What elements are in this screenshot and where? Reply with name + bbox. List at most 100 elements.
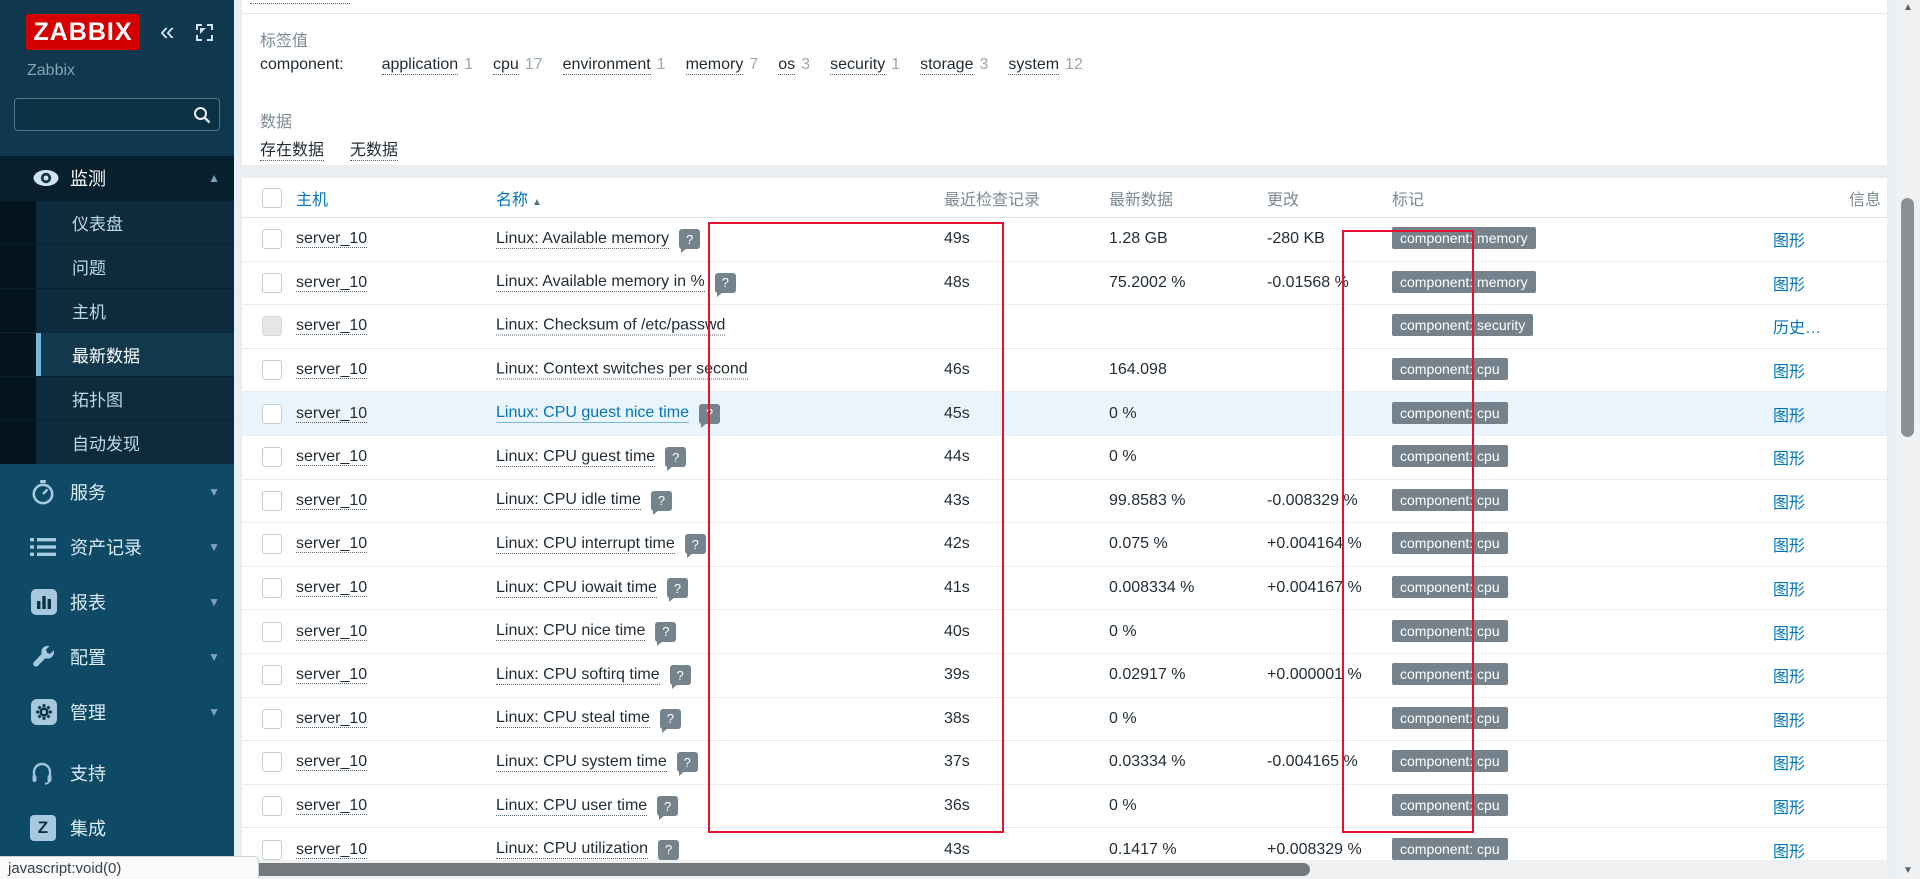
tag-filter-link[interactable]: cpu xyxy=(493,56,519,75)
host-link[interactable]: server_10 xyxy=(296,797,367,815)
row-checkbox[interactable] xyxy=(262,534,282,554)
host-link[interactable]: server_10 xyxy=(296,535,367,553)
host-link[interactable]: server_10 xyxy=(296,666,367,684)
sidebar-expand-icon[interactable] xyxy=(196,24,213,41)
item-name-link[interactable]: Linux: CPU guest nice time xyxy=(496,404,689,423)
row-checkbox[interactable] xyxy=(262,622,282,642)
item-name-link[interactable]: Linux: Available memory xyxy=(496,230,669,249)
tag-badge[interactable]: component: cpu xyxy=(1392,445,1508,467)
host-link[interactable]: server_10 xyxy=(296,841,367,859)
info-link[interactable]: 图形 xyxy=(1773,756,1805,773)
sidebar-subitem-问题[interactable]: 问题 xyxy=(0,244,234,288)
help-icon[interactable]: ? xyxy=(699,404,720,424)
item-name-link[interactable]: Linux: CPU utilization xyxy=(496,840,648,859)
tag-badge[interactable]: component: cpu xyxy=(1392,532,1508,554)
help-icon[interactable]: ? xyxy=(679,229,700,249)
info-link[interactable]: 图形 xyxy=(1773,277,1805,294)
item-name-link[interactable]: Linux: CPU idle time xyxy=(496,491,641,510)
vertical-scrollbar-thumb[interactable] xyxy=(1901,198,1914,437)
tag-badge[interactable]: component: cpu xyxy=(1392,794,1508,816)
row-checkbox[interactable] xyxy=(262,360,282,380)
tag-filter-link[interactable]: os xyxy=(778,56,795,75)
host-link[interactable]: server_10 xyxy=(296,317,367,335)
host-link[interactable]: server_10 xyxy=(296,492,367,510)
row-checkbox[interactable] xyxy=(262,709,282,729)
item-name-link[interactable]: Linux: CPU guest time xyxy=(496,448,655,467)
host-link[interactable]: server_10 xyxy=(296,623,367,641)
row-checkbox[interactable] xyxy=(262,840,282,860)
data-filter-option-无数据[interactable]: 无数据 xyxy=(350,136,398,161)
info-link[interactable]: 历史… xyxy=(1773,320,1821,337)
row-checkbox[interactable] xyxy=(262,273,282,293)
tag-badge[interactable]: component: cpu xyxy=(1392,576,1508,598)
host-link[interactable]: server_10 xyxy=(296,274,367,292)
row-checkbox[interactable] xyxy=(262,578,282,598)
tag-filter-link[interactable]: environment xyxy=(563,56,651,75)
sidebar-item-支持[interactable]: 支持 xyxy=(0,745,234,800)
data-filter-option-存在数据[interactable]: 存在数据 xyxy=(260,136,324,161)
row-checkbox[interactable] xyxy=(262,752,282,772)
help-icon[interactable]: ? xyxy=(651,491,672,511)
info-link[interactable]: 图形 xyxy=(1773,844,1805,860)
sidebar-subitem-仪表盘[interactable]: 仪表盘 xyxy=(0,200,234,244)
host-link[interactable]: server_10 xyxy=(296,448,367,466)
scroll-up-icon[interactable]: ▲ xyxy=(1896,2,1920,13)
tag-badge[interactable]: component: cpu xyxy=(1392,489,1508,511)
search-input[interactable] xyxy=(21,101,189,128)
host-link[interactable]: server_10 xyxy=(296,361,367,379)
horizontal-scrollbar-thumb[interactable] xyxy=(250,863,1310,876)
host-link[interactable]: server_10 xyxy=(296,230,367,248)
info-link[interactable]: 图形 xyxy=(1773,364,1805,381)
vertical-scrollbar[interactable]: ▲ ▼ xyxy=(1896,0,1920,879)
info-link[interactable]: 图形 xyxy=(1773,713,1805,730)
item-name-link[interactable]: Linux: CPU softirq time xyxy=(496,666,660,685)
tag-filter-link[interactable]: system xyxy=(1008,56,1059,75)
sidebar-item-报表[interactable]: 报表▼ xyxy=(0,574,234,629)
item-name-link[interactable]: Linux: Context switches per second xyxy=(496,361,748,380)
help-icon[interactable]: ? xyxy=(657,796,678,816)
info-link[interactable]: 图形 xyxy=(1773,582,1805,599)
info-link[interactable]: 图形 xyxy=(1773,495,1805,512)
item-name-link[interactable]: Linux: CPU steal time xyxy=(496,709,650,728)
sidebar-subitem-自动发现[interactable]: 自动发现 xyxy=(0,420,234,464)
tag-badge[interactable]: component: cpu xyxy=(1392,707,1508,729)
tag-filter-link[interactable]: security xyxy=(830,56,885,75)
row-checkbox[interactable] xyxy=(262,404,282,424)
info-link[interactable]: 图形 xyxy=(1773,626,1805,643)
tag-badge[interactable]: component: cpu xyxy=(1392,750,1508,772)
sidebar-item-管理[interactable]: 管理▼ xyxy=(0,684,234,739)
tag-badge[interactable]: component: cpu xyxy=(1392,358,1508,380)
row-checkbox[interactable] xyxy=(262,491,282,511)
help-icon[interactable]: ? xyxy=(685,534,706,554)
item-name-link[interactable]: Linux: CPU interrupt time xyxy=(496,535,675,554)
item-name-link[interactable]: Linux: CPU nice time xyxy=(496,622,645,641)
search-icon[interactable] xyxy=(192,105,212,125)
sidebar-item-资产记录[interactable]: 资产记录▼ xyxy=(0,519,234,574)
tag-badge[interactable]: component: cpu xyxy=(1392,402,1508,424)
sidebar-subitem-最新数据[interactable]: 最新数据 xyxy=(0,332,234,376)
help-icon[interactable]: ? xyxy=(677,752,698,772)
sidebar-collapse-icon[interactable]: « xyxy=(160,18,174,44)
help-icon[interactable]: ? xyxy=(658,840,679,860)
help-icon[interactable]: ? xyxy=(715,273,736,293)
item-name-link[interactable]: Linux: CPU system time xyxy=(496,753,667,772)
info-link[interactable]: 图形 xyxy=(1773,451,1805,468)
info-link[interactable]: 图形 xyxy=(1773,408,1805,425)
tag-filter-link[interactable]: application xyxy=(382,56,459,75)
info-link[interactable]: 图形 xyxy=(1773,233,1805,250)
row-checkbox[interactable] xyxy=(262,796,282,816)
item-name-link[interactable]: Linux: CPU user time xyxy=(496,797,647,816)
help-icon[interactable]: ? xyxy=(667,578,688,598)
item-name-link[interactable]: Linux: CPU iowait time xyxy=(496,579,657,598)
column-header-host[interactable]: 主机 xyxy=(296,186,328,210)
row-checkbox[interactable] xyxy=(262,447,282,467)
sidebar-item-服务[interactable]: 服务▼ xyxy=(0,464,234,519)
help-icon[interactable]: ? xyxy=(665,447,686,467)
sidebar-item-monitoring[interactable]: 监测▲ xyxy=(0,156,234,200)
item-name-link[interactable]: Linux: Checksum of /etc/passwd xyxy=(496,317,725,336)
info-link[interactable]: 图形 xyxy=(1773,669,1805,686)
tag-badge[interactable]: component: memory xyxy=(1392,227,1536,249)
info-link[interactable]: 图形 xyxy=(1773,538,1805,555)
help-icon[interactable]: ? xyxy=(660,709,681,729)
help-icon[interactable]: ? xyxy=(655,622,676,642)
